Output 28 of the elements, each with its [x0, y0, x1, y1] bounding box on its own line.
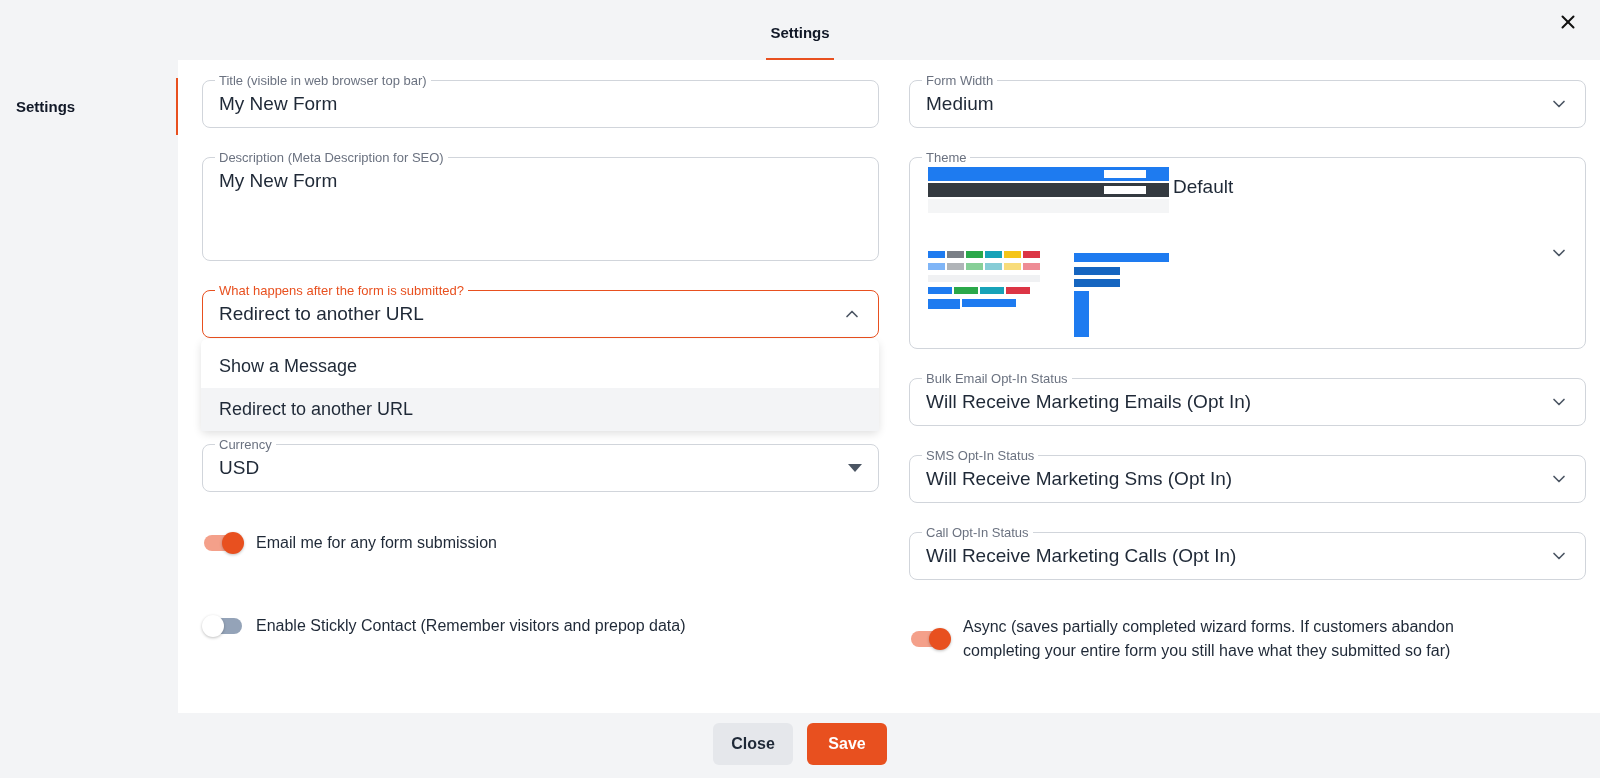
close-button[interactable]: Close	[713, 723, 793, 765]
toggle-switch[interactable]	[909, 627, 951, 651]
field-value: My New Form	[219, 92, 338, 116]
field-value: Default	[1173, 175, 1234, 199]
save-button[interactable]: Save	[807, 723, 887, 765]
toggle-label: Email me for any form submission	[256, 533, 497, 553]
field-value: USD	[219, 456, 260, 480]
field-value: My New Form	[219, 169, 338, 193]
toggle-switch[interactable]	[202, 531, 244, 555]
field-label: Description (Meta Description for SEO)	[215, 150, 448, 165]
field-value: Medium	[926, 92, 994, 116]
field-label: Form Width	[922, 73, 998, 88]
field-label: Currency	[215, 437, 276, 452]
field-label: SMS Opt-In Status	[922, 448, 1039, 463]
field-value: Will Receive Marketing Sms (Opt In)	[926, 467, 1233, 491]
field-label: Theme	[922, 150, 971, 165]
field-label: Call Opt-In Status	[922, 525, 1033, 540]
toggle-switch[interactable]	[202, 614, 244, 638]
toggle-label: Enable Stickly Contact (Remember visitors and prepop data)	[256, 616, 686, 636]
toggle-label: Async (saves partially completed wizard forms. If customers abandon completing your entire form you still have what they submitted so far)	[963, 617, 1455, 661]
dropdown-option[interactable]: Show a Message	[201, 345, 879, 388]
field-label: Title (visible in web browser top bar)	[215, 73, 431, 88]
field-value: Redirect to another URL	[219, 302, 424, 326]
field-label: Bulk Email Opt-In Status	[922, 371, 1072, 386]
field-value: Will Receive Marketing Calls (Opt In)	[926, 544, 1237, 568]
field-value: Will Receive Marketing Emails (Opt In)	[926, 390, 1252, 414]
field-label: What happens after the form is submitted?	[215, 283, 468, 298]
dropdown-option[interactable]: Redirect to another URL	[201, 388, 879, 431]
